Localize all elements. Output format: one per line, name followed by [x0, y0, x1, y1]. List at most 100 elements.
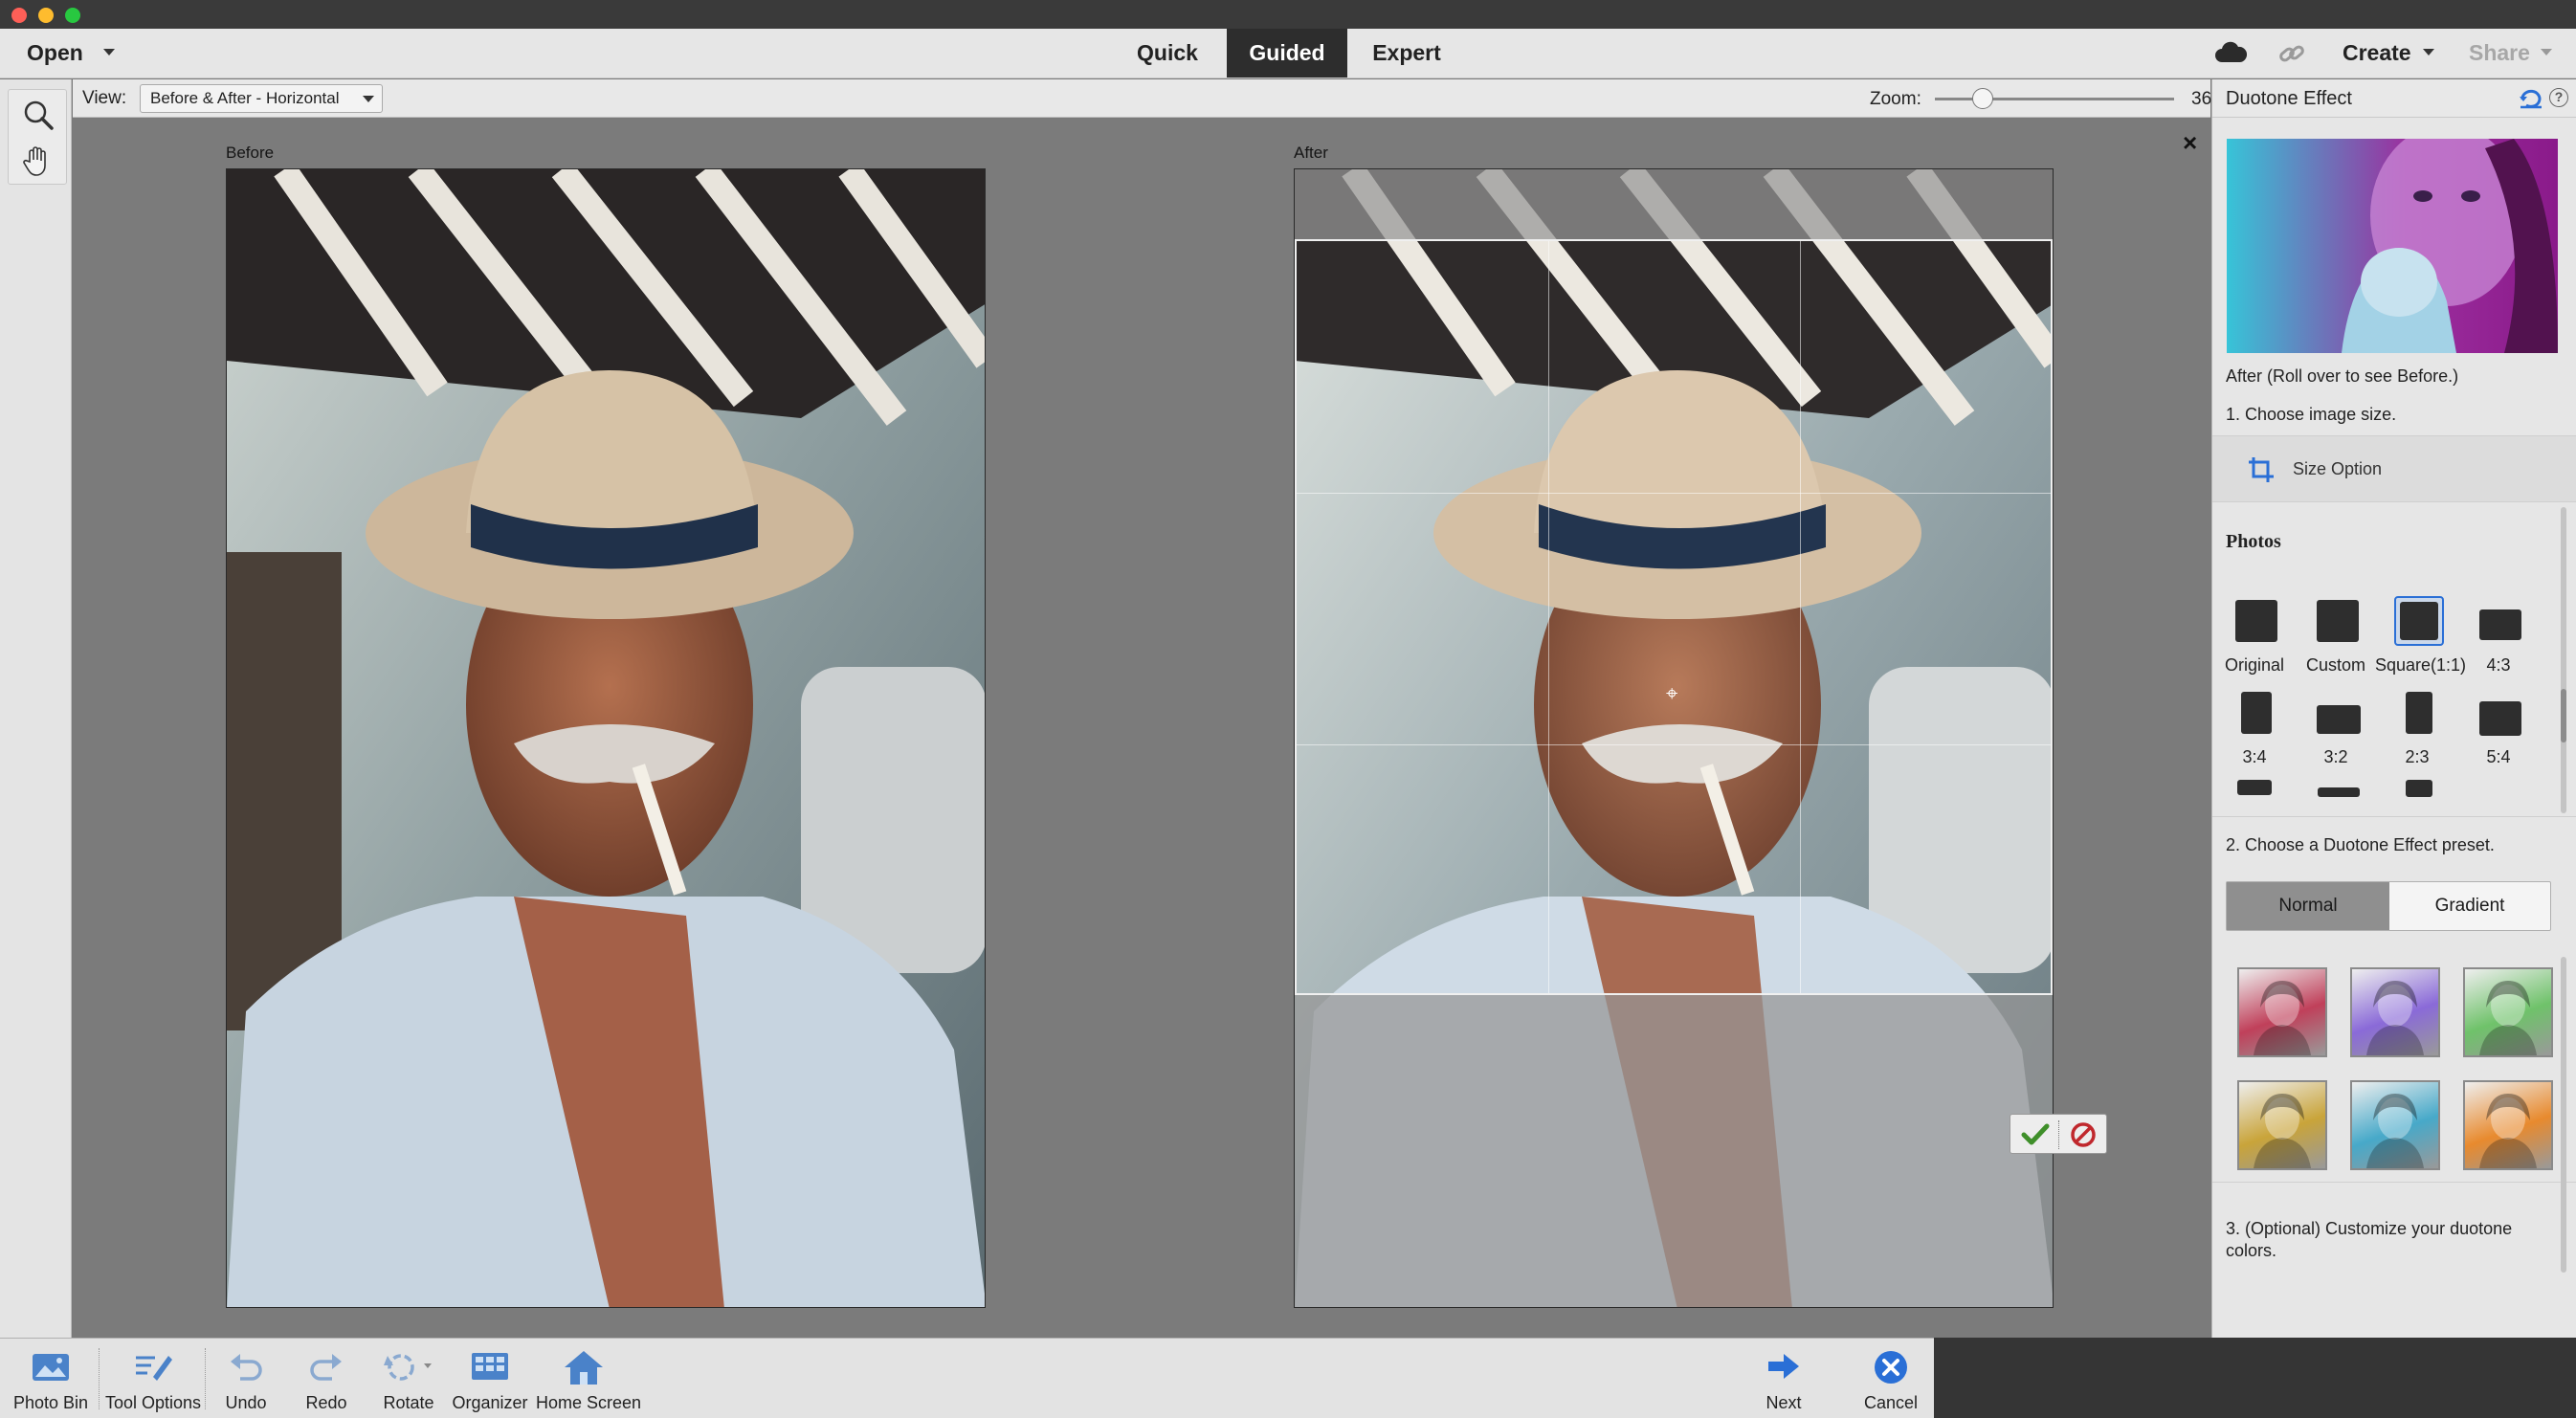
crop-grid-line [1297, 744, 2051, 745]
preview-caption: After (Roll over to see Before.) [2226, 366, 2459, 386]
reset-icon[interactable] [2519, 88, 2543, 114]
before-image [226, 168, 986, 1308]
cancel-button[interactable]: Cancel [1854, 1339, 1927, 1418]
link-icon[interactable] [2277, 40, 2306, 72]
duotone-preset-green[interactable] [2463, 967, 2553, 1057]
crop-confirm-bar [2010, 1114, 2107, 1154]
ratio-shape[interactable] [2406, 780, 2432, 797]
close-window-button[interactable] [11, 8, 27, 23]
normal-mode-button[interactable]: Normal [2227, 882, 2389, 930]
chevron-down-icon [363, 96, 374, 102]
home-screen-label: Home Screen [536, 1393, 642, 1412]
share-dropdown-arrow-icon[interactable] [2541, 49, 2552, 55]
panel-scrollbar[interactable] [2561, 507, 2566, 813]
minimize-window-button[interactable] [38, 8, 54, 23]
help-icon[interactable]: ? [2549, 88, 2568, 107]
panel-header: Duotone Effect ? [2212, 79, 2576, 118]
close-icon[interactable]: × [2183, 128, 2197, 158]
redo-label: Redo [305, 1393, 347, 1412]
ratio-shape [2479, 609, 2521, 640]
duotone-preset-red[interactable] [2237, 967, 2327, 1057]
duotone-preview-image[interactable] [2227, 139, 2558, 353]
duotone-preset-purple[interactable] [2350, 967, 2440, 1057]
next-button[interactable]: Next [1747, 1339, 1820, 1418]
preset-swatch [2239, 969, 2325, 1055]
ratio-label: Original [2224, 655, 2285, 675]
ratio-label: 5:4 [2486, 747, 2511, 766]
home-screen-button[interactable]: Home Screen [536, 1339, 642, 1418]
ratio-shape[interactable] [2318, 787, 2360, 797]
photos-title: Photos [2226, 531, 2281, 552]
ratio-label: 3:2 [2323, 747, 2348, 766]
photo-bin-button[interactable]: Photo Bin [8, 1339, 94, 1418]
options-bar: View: Before & After - Horizontal Zoom: … [73, 79, 2228, 118]
tab-quick[interactable]: Quick [1120, 29, 1215, 78]
close-circle-icon [1872, 1348, 1910, 1391]
toolbox [0, 79, 72, 1338]
organizer-label: Organizer [452, 1393, 528, 1412]
open-dropdown-arrow-icon[interactable] [103, 49, 115, 55]
crop-icon [2247, 455, 2276, 489]
photo-bin-icon [30, 1348, 72, 1389]
commit-crop-icon[interactable] [2018, 1120, 2053, 1149]
divider [205, 1348, 206, 1409]
hand-tool-icon[interactable] [20, 143, 56, 179]
tool-options-label: Tool Options [104, 1393, 202, 1412]
ratio-shape [2317, 705, 2361, 734]
open-menu[interactable]: Open [27, 40, 83, 66]
ratio-shape [2400, 602, 2438, 640]
rotate-icon [382, 1348, 435, 1389]
undo-icon [227, 1348, 265, 1389]
cloud-icon[interactable] [2214, 41, 2248, 71]
ratio-label: 3:4 [2242, 747, 2267, 766]
organizer-button[interactable]: Organizer [446, 1339, 534, 1418]
ratio-shape [2479, 701, 2521, 736]
panel-scrollbar[interactable] [2561, 957, 2566, 1273]
after-image: ⌖ [1294, 168, 2054, 1308]
canvas-area: Before After × ⌖ [73, 119, 2210, 1338]
panel-scrollbar-thumb[interactable] [2561, 689, 2566, 742]
cancel-crop-icon[interactable] [2066, 1120, 2100, 1149]
duotone-preset-yellow[interactable] [2237, 1080, 2327, 1170]
ratio-shape [2235, 600, 2277, 642]
view-label: View: [82, 88, 127, 108]
divider [99, 1348, 100, 1409]
create-menu[interactable]: Create [2343, 40, 2411, 66]
gradient-mode-button[interactable]: Gradient [2389, 882, 2550, 930]
zoom-slider-thumb[interactable] [1972, 88, 1993, 109]
crop-shade-bottom [1295, 995, 2053, 1307]
tool-options-button[interactable]: Tool Options [103, 1339, 203, 1418]
preset-swatch [2352, 969, 2438, 1055]
tab-expert[interactable]: Expert [1359, 29, 1455, 78]
zoom-label: Zoom: [1870, 89, 1921, 109]
ratio-label: 4:3 [2486, 655, 2511, 675]
ratio-label: Square(1:1) [2375, 655, 2467, 675]
crop-center-icon[interactable]: ⌖ [1666, 681, 1677, 706]
divider [2212, 816, 2576, 817]
view-select[interactable]: Before & After - Horizontal [140, 84, 383, 113]
crop-box[interactable]: ⌖ [1295, 239, 2053, 995]
duotone-preset-orange[interactable] [2463, 1080, 2553, 1170]
step3-label: 3. (Optional) Customize your duotone col… [2226, 1219, 2513, 1260]
rotate-button[interactable]: Rotate [375, 1339, 442, 1418]
home-icon [563, 1348, 605, 1393]
zoom-tool-icon[interactable] [20, 98, 56, 134]
create-dropdown-arrow-icon[interactable] [2423, 49, 2434, 55]
zoom-slider-track[interactable] [1935, 98, 2174, 100]
ratio-label: Custom [2305, 655, 2365, 675]
after-label: After [1294, 144, 1328, 162]
size-option-label: Size Option [2293, 459, 2383, 478]
ratio-shape[interactable] [2237, 780, 2272, 795]
undo-button[interactable]: Undo [212, 1339, 279, 1418]
undo-label: Undo [225, 1393, 267, 1412]
size-option-button[interactable]: Size Option [2212, 435, 2576, 502]
zoom-window-button[interactable] [65, 8, 80, 23]
tab-guided[interactable]: Guided [1227, 29, 1347, 78]
step1-label: 1. Choose image size. [2226, 405, 2397, 424]
share-menu[interactable]: Share [2469, 40, 2530, 66]
duotone-preset-cyan[interactable] [2350, 1080, 2440, 1170]
redo-button[interactable]: Redo [293, 1339, 360, 1418]
cancel-label: Cancel [1863, 1393, 1919, 1412]
ratio-label: 2:3 [2405, 747, 2430, 766]
preset-swatch [2239, 1082, 2325, 1168]
